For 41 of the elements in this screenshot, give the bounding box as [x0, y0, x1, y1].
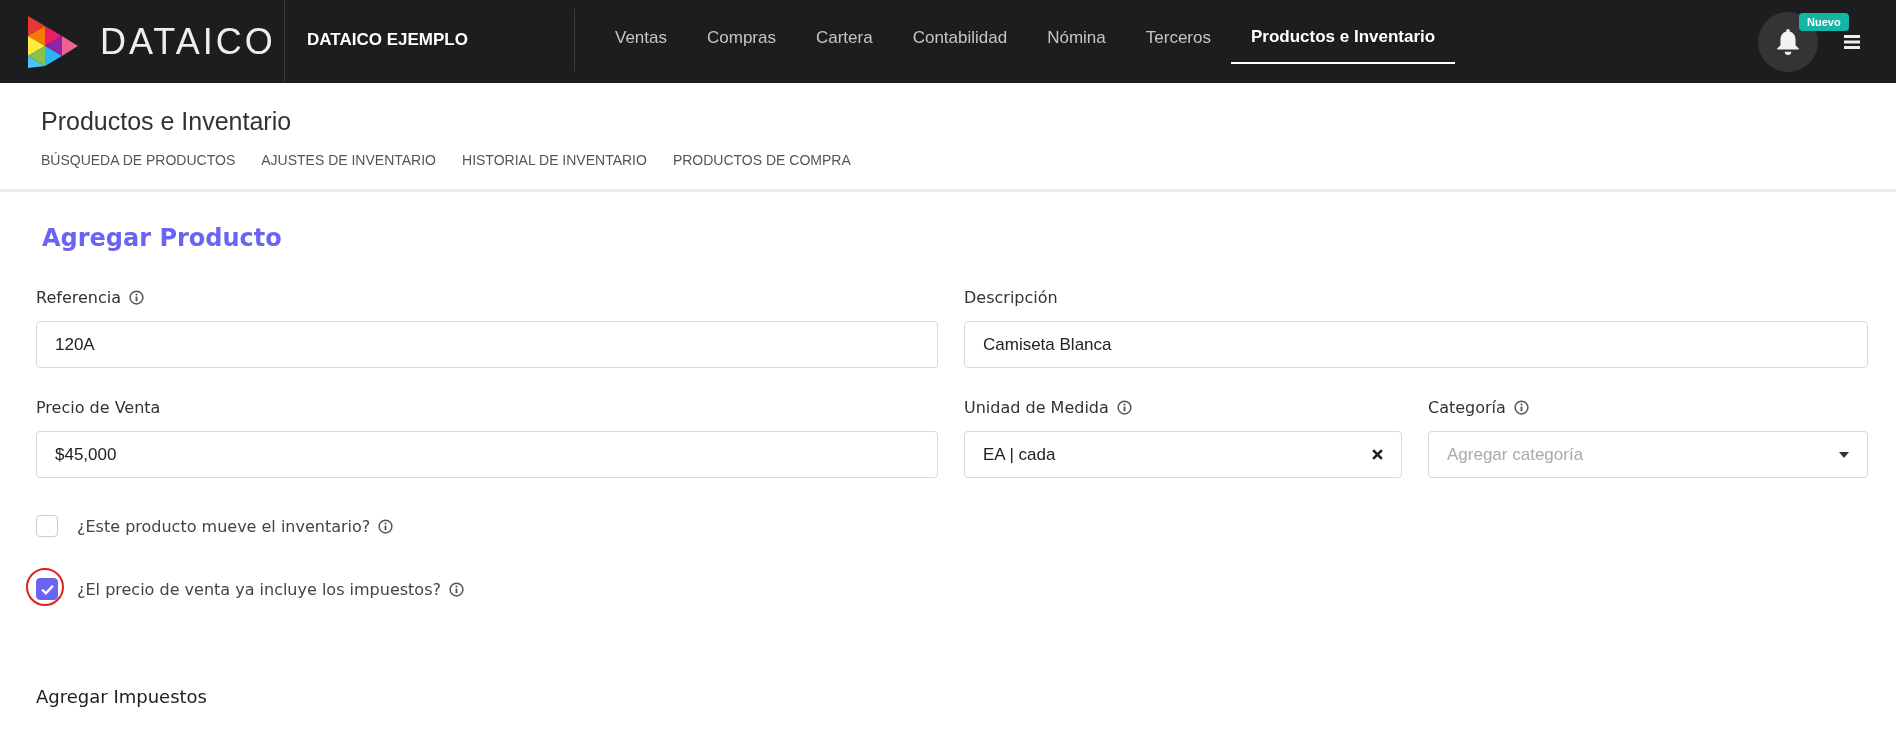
brand-name: DATAICO — [100, 20, 276, 63]
section-heading: Agregar Impuestos — [36, 686, 208, 707]
clear-icon[interactable] — [1372, 449, 1383, 460]
new-badge: Nuevo — [1799, 12, 1849, 31]
form-title: Agregar Producto — [42, 224, 283, 252]
nav-tab[interactable]: Productos e Inventario — [1230, 0, 1456, 64]
checkbox[interactable] — [36, 515, 58, 537]
section-tab[interactable]: HISTORIAL DE INVENTARIO — [462, 152, 647, 168]
text-field[interactable]: Camiseta Blanca — [964, 321, 1868, 368]
unit-select[interactable]: EA | cada — [964, 431, 1402, 478]
field-label: Descripción — [964, 288, 1058, 307]
nav-tab[interactable]: Terceros — [1125, 0, 1231, 64]
field-label: Categoría — [1428, 398, 1506, 417]
section-tab[interactable]: PRODUCTOS DE COMPRA — [672, 152, 851, 168]
field-label: Referencia — [36, 288, 121, 307]
bell-icon — [1775, 27, 1801, 56]
checkmark-icon — [40, 583, 54, 595]
checkbox-label: ¿El precio de venta ya incluye los impuestos? — [77, 579, 441, 599]
info-icon[interactable] — [129, 290, 144, 305]
logo-icon — [28, 15, 78, 68]
section-tab[interactable]: BÚSQUEDA DE PRODUCTOS — [41, 152, 236, 168]
info-icon[interactable] — [378, 518, 394, 534]
info-icon[interactable] — [1116, 400, 1132, 415]
nav-tab[interactable]: Contabilidad — [892, 0, 1028, 64]
company-name: DATAICO EJEMPLO — [285, 8, 575, 71]
text-field[interactable]: 120A — [36, 321, 938, 368]
nav-tab[interactable]: Cartera — [795, 0, 893, 64]
nav-tab[interactable]: Compras — [687, 0, 796, 64]
field-label: Precio de Venta — [36, 398, 161, 417]
checkbox-label: ¿Este producto mueve el inventario? — [77, 516, 371, 536]
nav-tab[interactable]: Nómina — [1027, 0, 1126, 64]
text-field[interactable]: $45,000 — [36, 431, 938, 478]
info-icon[interactable] — [1513, 400, 1529, 415]
page-title: Productos e Inventario — [41, 107, 293, 136]
caret-icon — [1839, 451, 1849, 458]
menu-icon[interactable] — [1844, 34, 1860, 49]
checkbox[interactable] — [36, 578, 58, 600]
nav-tab[interactable]: Ventas — [595, 0, 687, 64]
section-tab[interactable]: AJUSTES DE INVENTARIO — [261, 152, 436, 168]
field-label: Unidad de Medida — [964, 398, 1109, 417]
info-icon[interactable] — [448, 581, 464, 597]
